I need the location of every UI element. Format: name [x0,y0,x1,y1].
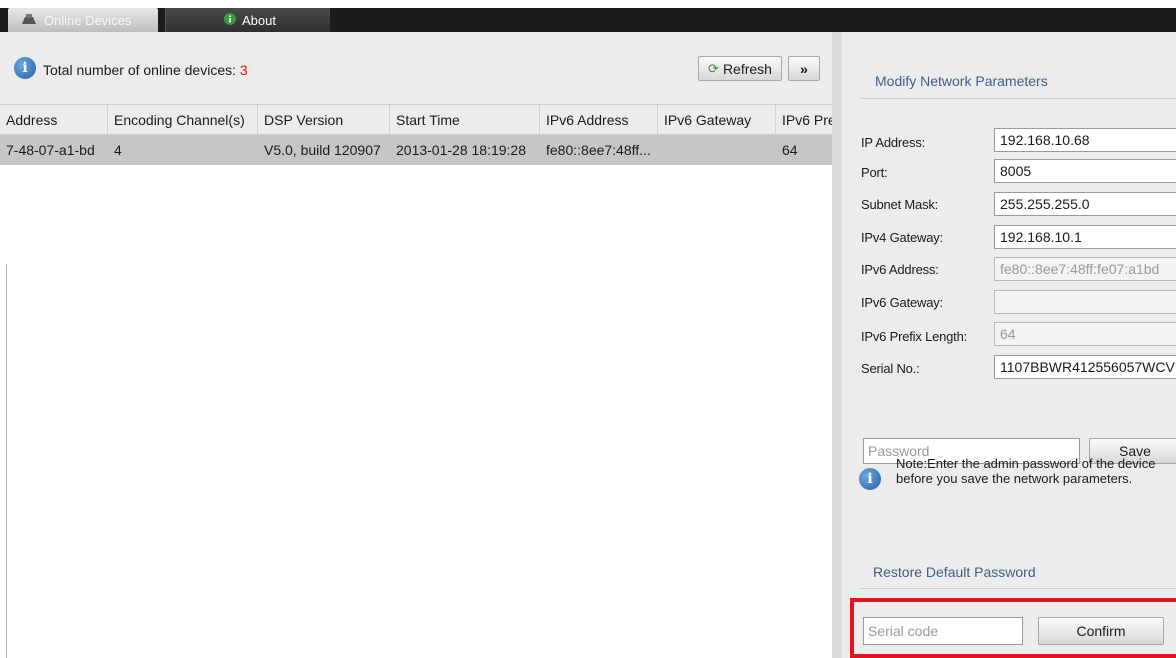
devices-icon [20,13,38,28]
devices-toolbar: i Total number of online devices: 3 ⟳ Re… [0,32,832,104]
ipv6-prefix-length-field: 64 [994,322,1176,346]
confirm-button[interactable]: Confirm [1038,617,1164,645]
ipv6-gateway-field [994,290,1176,314]
table-header: Address Encoding Channel(s) DSP Version … [0,104,832,135]
restore-password-title: Restore Default Password [873,564,1036,580]
ip-address-field[interactable]: 192.168.10.68 [994,128,1176,152]
tab-bar: Online Devices About [0,0,1176,32]
password-note: Note:Enter the admin password of the dev… [896,456,1156,486]
table-row[interactable]: 7-48-07-a1-bd 4 V5.0, build 120907 2013-… [0,135,832,165]
ipv4-gateway-label: IPv4 Gateway: [861,230,943,245]
serial-no-field: 1107BBWR412556057WCVU [994,355,1176,379]
column-header-ipv6-gateway[interactable]: IPv6 Gateway [658,105,776,135]
section-divider [860,98,1176,99]
cell-address: 7-48-07-a1-bd [6,142,95,158]
ip-address-label: IP Address: [861,135,926,150]
cell-encoding-channels: 4 [114,142,122,158]
subnet-mask-field[interactable]: 255.255.255.0 [994,192,1176,216]
about-icon [224,12,236,28]
column-header-dsp-version[interactable]: DSP Version [258,105,390,135]
column-header-ipv6-prefix[interactable]: IPv6 Pre [776,105,832,135]
refresh-button-label: Refresh [722,60,772,77]
expand-button[interactable]: » [788,56,820,81]
refresh-icon: ⟳ [708,60,719,76]
ipv6-address-label: IPv6 Address: [861,262,939,277]
panel-divider [6,264,7,658]
column-header-encoding-channels[interactable]: Encoding Channel(s) [108,105,258,135]
refresh-button[interactable]: ⟳ Refresh [698,56,782,81]
ipv6-address-field: fe80::8ee7:48ff:fe07:a1bd [994,257,1176,281]
serial-no-label: Serial No.: [861,361,920,376]
column-header-start-time[interactable]: Start Time [390,105,540,135]
column-header-ipv6-address[interactable]: IPv6 Address [540,105,658,135]
modify-network-title: Modify Network Parameters [875,73,1048,89]
info-icon: i [859,468,881,490]
cell-ipv6-address: fe80::8ee7:48ff... [546,142,651,158]
ipv6-gateway-label: IPv6 Gateway: [861,295,943,310]
ipv6-prefix-length-label: IPv6 Prefix Length: [861,329,968,344]
subnet-mask-label: Subnet Mask: [861,197,939,212]
tab-about-label: About [242,12,276,28]
cell-start-time: 2013-01-28 18:19:28 [396,142,526,158]
tab-online-devices[interactable]: Online Devices [8,8,158,32]
info-icon: i [14,57,36,79]
serial-code-input[interactable]: Serial code [863,617,1023,645]
cell-ipv6-gateway [658,135,776,165]
cell-dsp-version: V5.0, build 120907 [264,142,381,158]
port-field[interactable]: 8005 [994,159,1176,183]
column-header-address[interactable]: Address [0,105,108,135]
cell-ipv6-prefix: 64 [782,142,798,158]
port-label: Port: [861,165,888,180]
device-count-summary: Total number of online devices: 3 [43,62,248,78]
online-devices-panel: i Total number of online devices: 3 ⟳ Re… [0,32,832,658]
section-divider [860,588,1176,589]
network-parameters-panel: Modify Network Parameters IP Address: 19… [832,32,1176,658]
tab-online-devices-label: Online Devices [44,12,132,28]
device-count-label: Total number of online devices: [43,62,236,78]
device-count-value: 3 [239,62,248,78]
tab-about[interactable]: About [165,8,330,32]
ipv4-gateway-field[interactable]: 192.168.10.1 [994,225,1176,249]
